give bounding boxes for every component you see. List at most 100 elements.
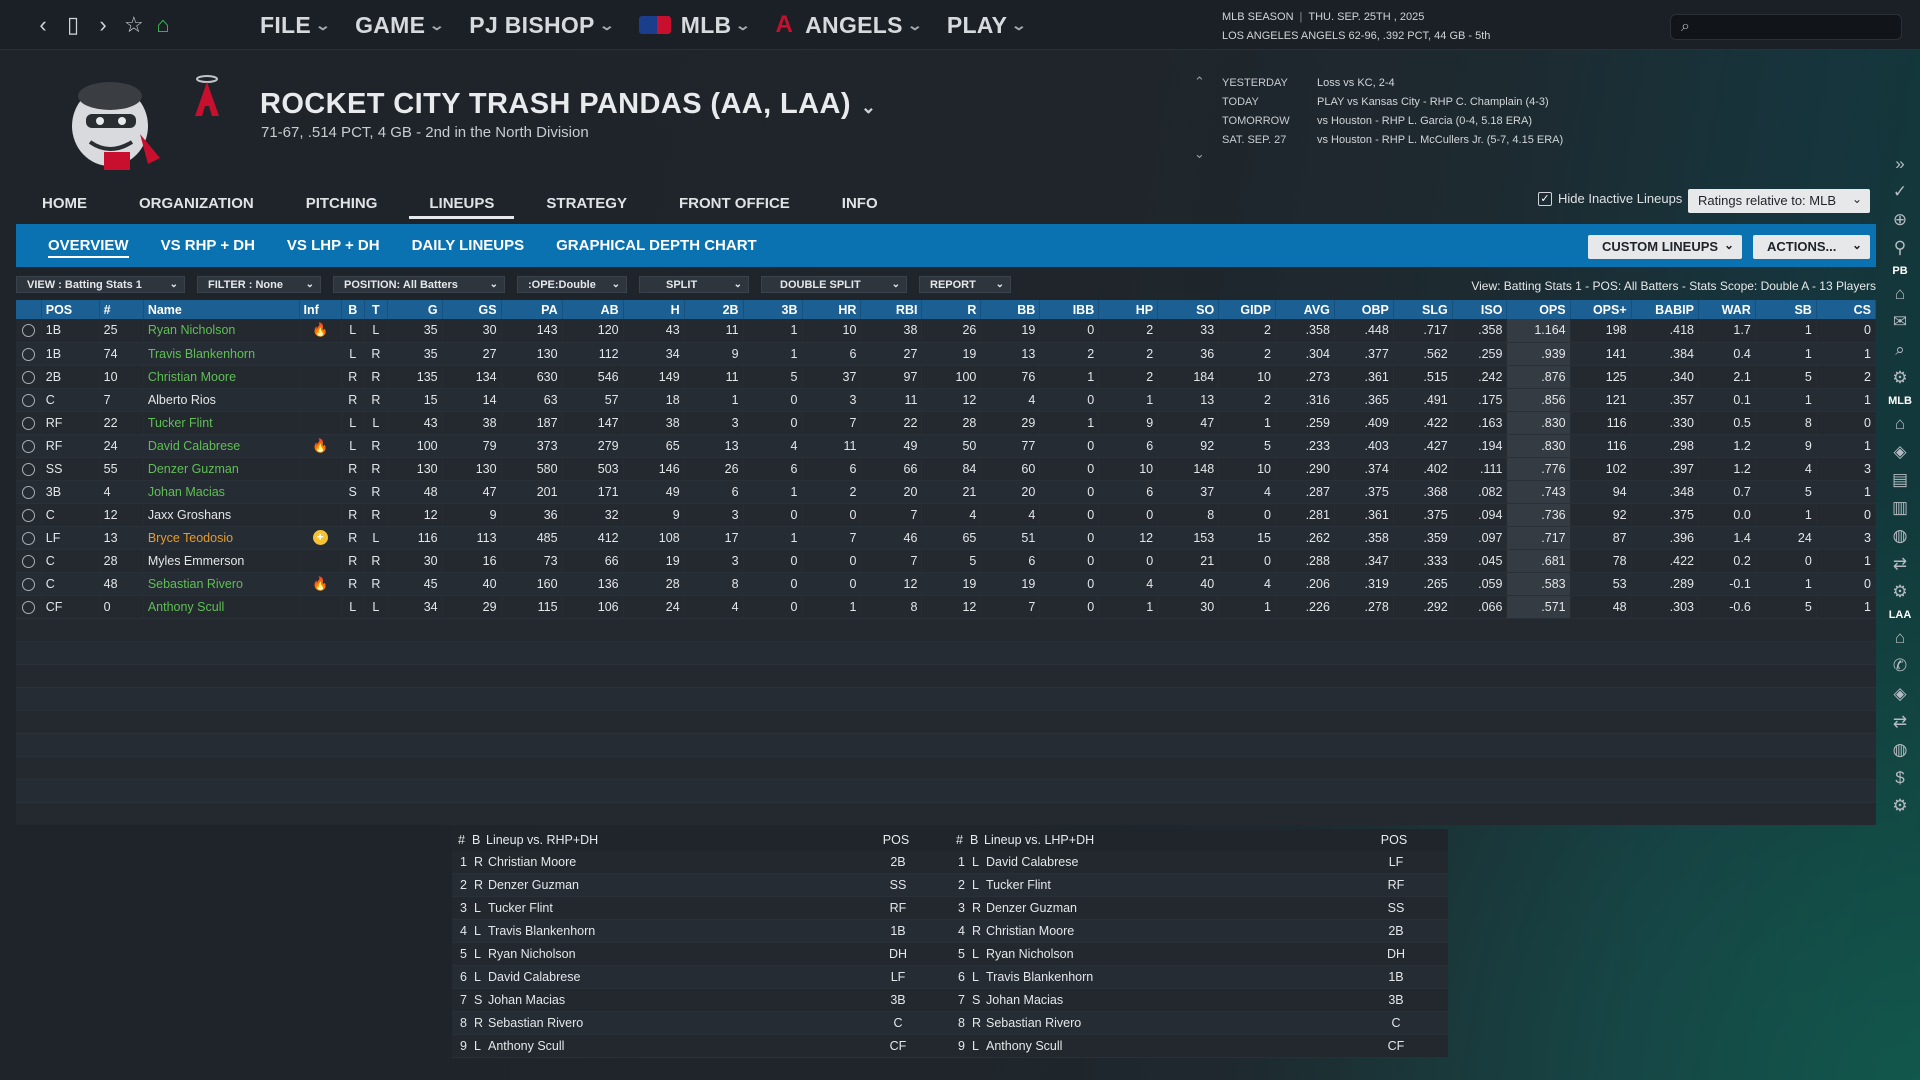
gear-icon[interactable]: ⚙ [1892, 364, 1907, 392]
phone-icon[interactable]: ✆ [1893, 652, 1907, 680]
lineup-row[interactable]: 2 R Denzer Guzman SS [452, 874, 950, 897]
tab-front-office[interactable]: FRONT OFFICE [653, 183, 816, 225]
row-select[interactable] [16, 457, 42, 481]
search-input[interactable]: ⌕ [1670, 14, 1902, 40]
subtab-overview[interactable]: OVERVIEW [32, 224, 145, 267]
radio-icon[interactable] [21, 347, 35, 361]
row-select[interactable] [16, 549, 42, 573]
lineup-row[interactable]: 3 L Tucker Flint RF [452, 897, 950, 920]
column-header[interactable]: PA [501, 300, 563, 319]
table-row[interactable]: 3B 4 Johan Macias S R 48 47 201 171 49 6 1 2 20 21 20 0 6… [16, 480, 1877, 504]
tab-lineups[interactable]: LINEUPS [403, 183, 520, 225]
column-header[interactable]: AVG [1275, 300, 1335, 319]
column-header[interactable]: OBP [1334, 300, 1394, 319]
lineup-row[interactable]: 7 S Johan Macias 3B [452, 989, 950, 1012]
lineup-row[interactable]: 8 R Sebastian Rivero C [950, 1012, 1448, 1035]
team-title[interactable]: ROCKET CITY TRASH PANDAS (AA, LAA) ⌄ [260, 88, 876, 121]
tab-strategy[interactable]: STRATEGY [520, 183, 653, 225]
lineup-row[interactable]: 9 L Anthony Scull CF [950, 1035, 1448, 1058]
row-select[interactable] [16, 595, 42, 619]
lineup-row[interactable]: 6 L Travis Blankenhorn 1B [950, 966, 1448, 989]
row-select[interactable] [16, 365, 42, 389]
transfer-icon[interactable]: ⇄ [1893, 550, 1907, 578]
lineup-row[interactable]: 4 R Christian Moore 2B [950, 920, 1448, 943]
tab-pitching[interactable]: PITCHING [280, 183, 404, 225]
chevron-down-icon[interactable]: ⌄ [1194, 146, 1205, 162]
pin-icon[interactable]: ⚲ [1894, 234, 1906, 262]
column-header[interactable]: GS [442, 300, 502, 319]
row-select[interactable] [16, 342, 42, 366]
column-header[interactable]: SB [1755, 300, 1817, 319]
search-icon[interactable]: ⌕ [1895, 336, 1905, 364]
table-row[interactable]: 2B 10 Christian Moore R R 135 134 630 546 149 11 5 3… [16, 365, 1877, 389]
chevron-up-icon[interactable]: ⌃ [1194, 74, 1205, 90]
card-icon[interactable]: ▤ [1892, 466, 1908, 494]
player-name-link[interactable]: Denzer Guzman [143, 457, 300, 481]
column-header[interactable]: T [364, 300, 388, 319]
radio-icon[interactable] [21, 600, 35, 614]
hide-inactive-toggle[interactable]: ✓ Hide Inactive Lineups [1538, 191, 1682, 206]
radio-icon[interactable] [21, 485, 35, 499]
menu-play[interactable]: PLAY ⌄ [947, 12, 1027, 39]
lineup-row[interactable]: 1 L David Calabrese LF [950, 851, 1448, 874]
gear-icon[interactable]: ⚙ [1892, 792, 1907, 820]
column-header[interactable]: AB [562, 300, 624, 319]
view-select[interactable]: VIEW : Batting Stats 1 ⌄ [16, 276, 185, 293]
table-row[interactable]: RF 22 Tucker Flint L L 43 38 187 147 38 3 0 7 22 28 29 1… [16, 411, 1877, 435]
menu-game[interactable]: GAME ⌄ [355, 12, 445, 39]
column-header[interactable]: OPS+ [1570, 300, 1632, 319]
row-select[interactable] [16, 480, 42, 504]
baseball-icon[interactable]: ◍ [1893, 522, 1908, 550]
radio-icon[interactable] [21, 508, 35, 522]
double-split-select[interactable]: DOUBLE SPLIT ⌄ [761, 276, 907, 293]
subtab-vs-rhp[interactable]: VS RHP + DH [145, 224, 271, 267]
column-header[interactable]: H [623, 300, 685, 319]
lineup-row[interactable]: 3 R Denzer Guzman SS [950, 897, 1448, 920]
table-row[interactable]: SS 55 Denzer Guzman R R 130 130 580 503 146 26 6 6 66… [16, 457, 1877, 481]
page-icon[interactable]: ▯ [64, 12, 82, 38]
row-select[interactable] [16, 572, 42, 596]
lineup-row[interactable]: 9 L Anthony Scull CF [452, 1035, 950, 1058]
table-row[interactable]: CF 0 Anthony Scull L L 34 29 115 106 24 4 0 1 8 12 7 0 1 3… [16, 595, 1877, 619]
column-header[interactable]: IBB [1039, 300, 1100, 319]
mail-icon[interactable]: ✉ [1893, 308, 1907, 336]
ratings-select[interactable]: Ratings relative to: MLB ⌄ [1688, 189, 1870, 213]
dollar-icon[interactable]: $ [1895, 764, 1904, 792]
radio-icon[interactable] [21, 531, 35, 545]
radio-icon[interactable] [21, 370, 35, 384]
row-select[interactable] [16, 388, 42, 412]
menu-angels[interactable]: A ANGELS ⌄ [775, 11, 922, 39]
chart-icon[interactable]: ▥ [1892, 494, 1908, 522]
column-header[interactable]: HR [802, 300, 862, 319]
lineup-row[interactable]: 2 L Tucker Flint RF [950, 874, 1448, 897]
location-icon[interactable]: ◈ [1893, 680, 1906, 708]
baseball-icon[interactable]: ◍ [1893, 736, 1908, 764]
split-select[interactable]: SPLIT ⌄ [639, 276, 749, 293]
lineup-row[interactable]: 6 L David Calabrese LF [452, 966, 950, 989]
forward-icon[interactable]: › [94, 12, 112, 38]
report-select[interactable]: REPORT ⌄ [919, 276, 1011, 293]
filter-select[interactable]: FILTER : None ⌄ [197, 276, 321, 293]
table-row[interactable]: C 28 Myles Emmerson R R 30 16 73 66 19 3 0 0 7 5 6 0 0 21 0… [16, 549, 1877, 573]
star-icon[interactable]: ☆ [124, 12, 144, 38]
menu-file[interactable]: FILE ⌄ [260, 12, 331, 39]
table-row[interactable]: C 48 Sebastian Rivero 🔥 R R 45 40 160 136 28 8 0 0 12 1… [16, 572, 1877, 596]
player-name-link[interactable]: Anthony Scull [143, 595, 300, 619]
location-icon[interactable]: ◈ [1893, 438, 1906, 466]
column-header[interactable]: 3B [743, 300, 803, 319]
column-header[interactable]: POS [41, 300, 100, 319]
globe-icon[interactable]: ⊕ [1893, 206, 1907, 234]
lineup-row[interactable]: 5 L Ryan Nicholson DH [950, 943, 1448, 966]
player-name-link[interactable]: Ryan Nicholson [143, 319, 300, 343]
table-row[interactable]: C 7 Alberto Rios R R 15 14 63 57 18 1 0 3 11 12 4 0 1 13 2.… [16, 388, 1877, 412]
row-select[interactable] [16, 434, 42, 458]
tab-home[interactable]: HOME [16, 183, 113, 225]
column-header[interactable]: 2B [684, 300, 744, 319]
tab-info[interactable]: INFO [816, 183, 904, 225]
menu-manager[interactable]: PJ BISHOP ⌄ [469, 12, 614, 39]
column-header[interactable]: CS [1816, 300, 1877, 319]
column-header[interactable]: SO [1157, 300, 1220, 319]
home-icon[interactable]: ⌂ [154, 12, 172, 38]
row-select[interactable] [16, 526, 42, 550]
menu-mlb[interactable]: MLB ⌄ [638, 12, 751, 39]
